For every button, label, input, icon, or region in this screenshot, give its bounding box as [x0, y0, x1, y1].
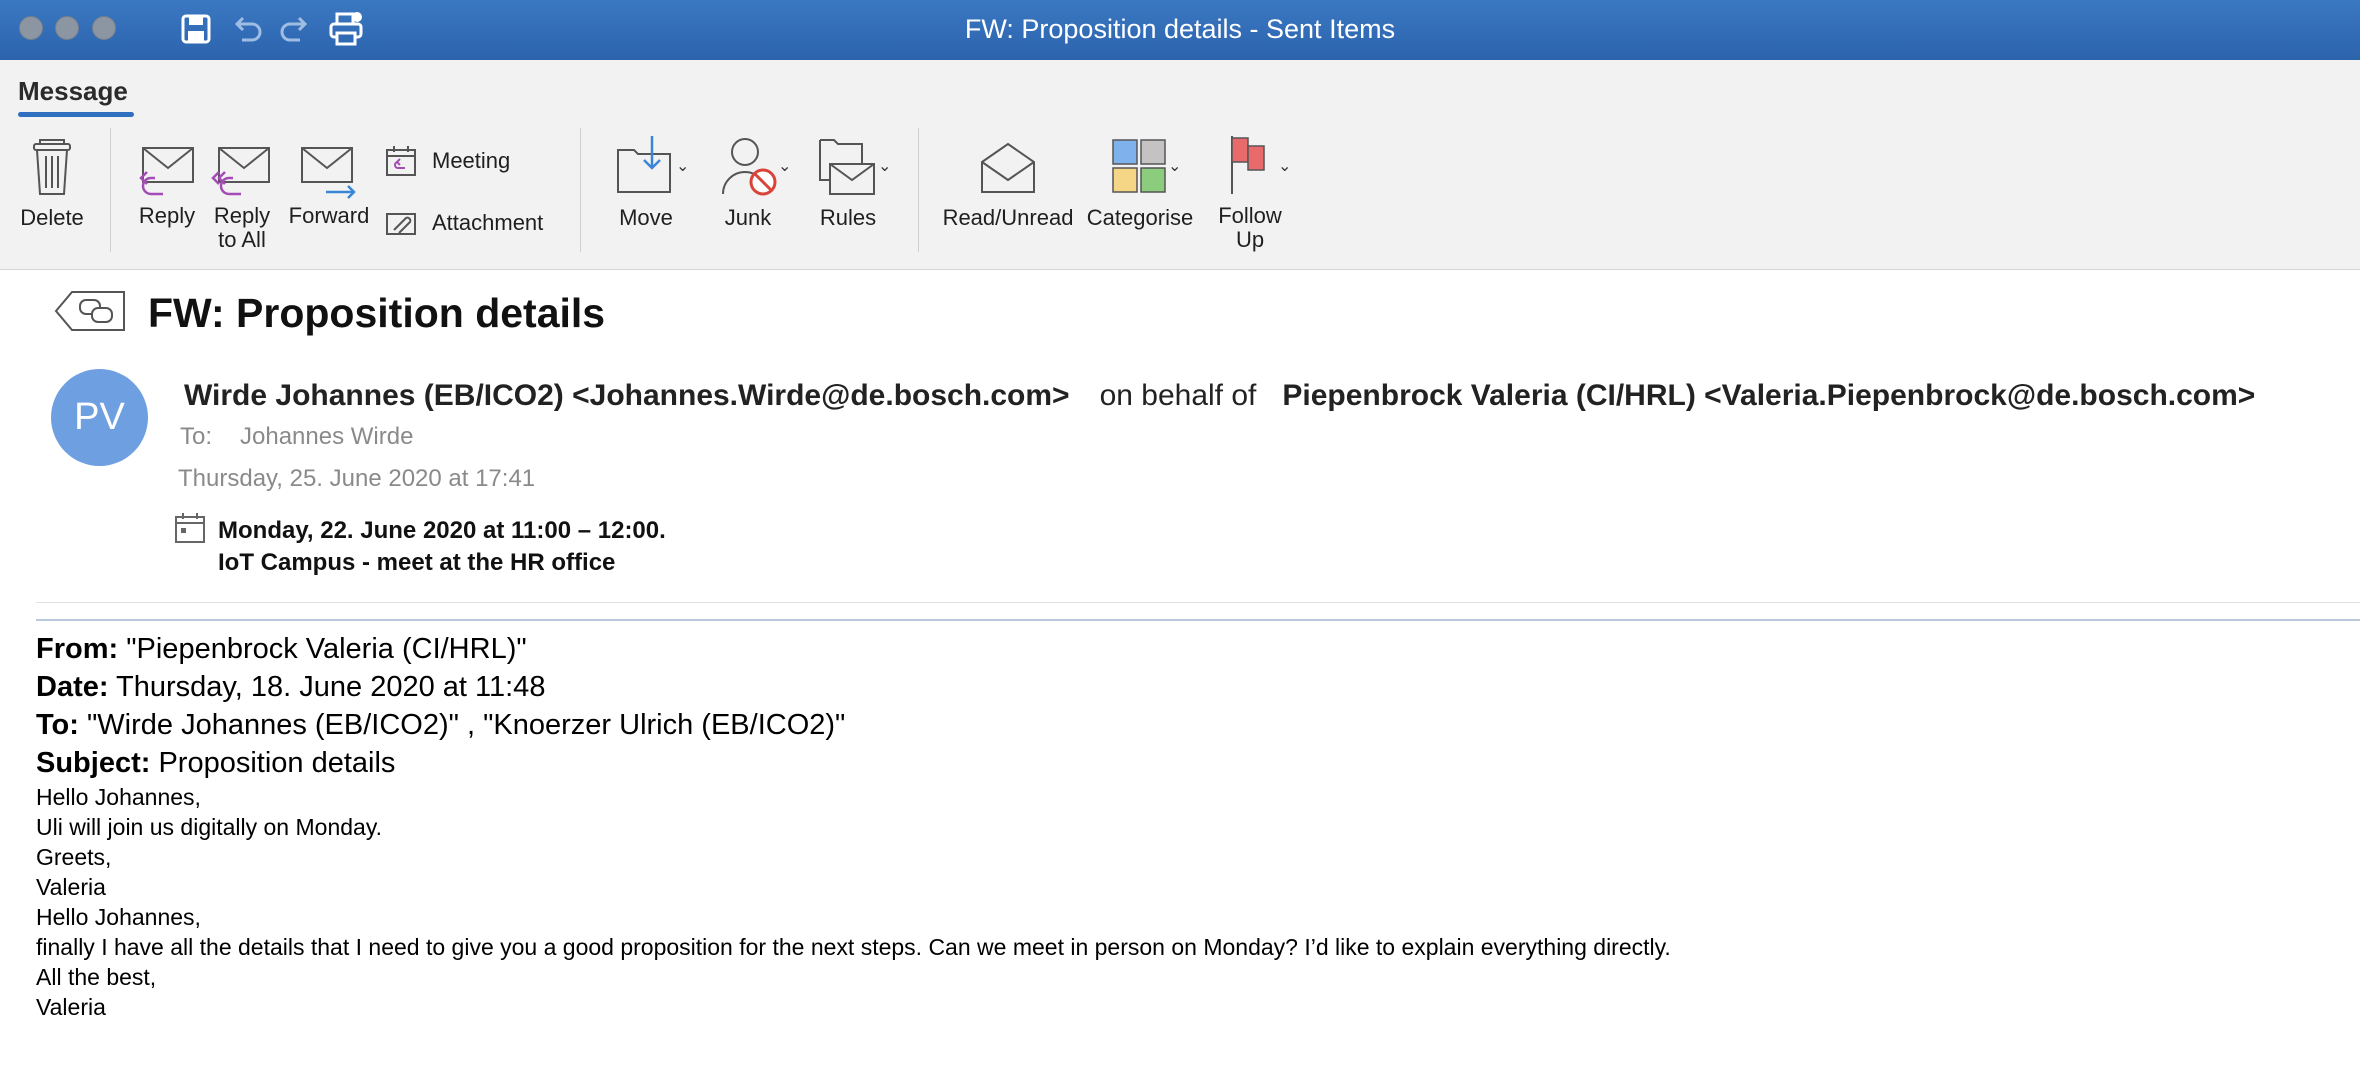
follow-up-dropdown-chevron-icon[interactable]: ⌄ [1278, 156, 1291, 176]
body-line: Hello Johannes, [36, 904, 201, 930]
categorise-label: Categorise [1086, 205, 1194, 230]
forward-icon [301, 147, 356, 199]
sender-line: Wirde Johannes (EB/ICO2) <Johannes.Wirde… [184, 379, 2255, 413]
categorise-button[interactable]: Categorise [1082, 136, 1198, 230]
attachment-label: Attachment [432, 210, 544, 235]
conversation-back-icon[interactable] [52, 288, 128, 334]
sent-date: Thursday, 25. June 2020 at 17:41 [178, 465, 536, 492]
flag-icon [1231, 136, 1265, 194]
meeting-location: IoT Campus - meet at the HR office [218, 549, 616, 576]
meeting-info: Monday, 22. June 2020 at 11:00 – 12:00. … [218, 515, 666, 579]
header-divider [36, 602, 2360, 603]
reply-icon [139, 147, 194, 196]
forwarded-date: Date: Thursday, 18. June 2020 at 11:48 [36, 671, 546, 703]
recipient-name[interactable]: Johannes Wirde [240, 423, 413, 450]
move-label: Move [619, 205, 673, 230]
reply-label: Reply [138, 203, 196, 228]
delete-label: Delete [20, 205, 84, 230]
junk-label: Junk [724, 205, 772, 230]
attachment-button[interactable]: Attachment [384, 206, 543, 240]
avatar: PV [51, 369, 148, 466]
move-button[interactable]: Move [600, 132, 692, 230]
categories-icon [1112, 139, 1166, 193]
body-line: finally I have all the details that I ne… [36, 934, 1671, 960]
body-line: Valeria [36, 994, 106, 1020]
delete-button[interactable]: Delete [14, 136, 90, 230]
body-line: Valeria [36, 874, 106, 900]
move-folder-icon [617, 136, 671, 193]
forwarded-to: To: "Wirde Johannes (EB/ICO2)" , "Knoerz… [36, 709, 846, 741]
forwarded-from: From: "Piepenbrock Valeria (CI/HRL)" [36, 633, 527, 665]
window-title: FW: Proposition details - Sent Items [964, 14, 1396, 44]
rules-button[interactable]: Rules [802, 134, 894, 230]
body-divider [36, 619, 2360, 621]
junk-dropdown-chevron-icon[interactable]: ⌄ [778, 156, 791, 176]
forwarded-date-value: Thursday, 18. June 2020 at 11:48 [108, 671, 546, 703]
to-label: To: [180, 423, 213, 450]
junk-button[interactable]: Junk [706, 134, 790, 230]
ribbon-separator [110, 128, 111, 252]
sender-name[interactable]: Wirde Johannes (EB/ICO2) <Johannes.Wirde… [184, 379, 1070, 412]
read-unread-button[interactable]: Read/Unread [940, 136, 1076, 230]
read-unread-label: Read/Unread [942, 205, 1074, 230]
rules-label: Rules [819, 205, 877, 230]
move-dropdown-chevron-icon[interactable]: ⌄ [676, 156, 689, 176]
forwarded-subject-value: Proposition details [150, 747, 396, 779]
ribbon-separator [580, 128, 581, 252]
message-subject: FW: Proposition details [148, 290, 606, 336]
follow-up-label-2: Up [1235, 227, 1265, 252]
on-behalf-label: on behalf of [1099, 379, 1257, 412]
reply-all-label-1: Reply [213, 203, 271, 228]
forwarded-from-value: "Piepenbrock Valeria (CI/HRL)" [118, 633, 527, 665]
rules-icon [819, 139, 875, 195]
tab-message[interactable]: Message [18, 76, 128, 107]
forward-label: Forward [288, 203, 370, 228]
behalf-sender-name[interactable]: Piepenbrock Valeria (CI/HRL) <Valeria.Pi… [1282, 379, 2255, 412]
reply-all-button[interactable]: Reply to All [208, 144, 276, 252]
paperclip-icon [386, 213, 416, 235]
body-line: Greets, [36, 844, 112, 870]
message-body: From: "Piepenbrock Valeria (CI/HRL)" Dat… [36, 630, 1671, 1022]
reply-button[interactable]: Reply [134, 144, 200, 228]
ribbon-separator [918, 128, 919, 252]
junk-icon [722, 138, 777, 196]
meeting-button[interactable]: Meeting [384, 144, 510, 178]
recipient-line: To: Johannes Wirde [180, 423, 413, 451]
follow-up-button[interactable]: Follow Up [1212, 132, 1288, 252]
meeting-time: Monday, 22. June 2020 at 11:00 – 12:00. [218, 517, 666, 544]
rules-dropdown-chevron-icon[interactable]: ⌄ [878, 156, 891, 176]
envelope-open-icon [981, 142, 1035, 193]
reply-all-label-2: to All [218, 227, 266, 252]
forward-button[interactable]: Forward [284, 144, 374, 228]
body-line: All the best, [36, 964, 157, 990]
meeting-label: Meeting [432, 148, 511, 173]
forwarded-subject: Subject: Proposition details [36, 747, 396, 779]
reply-all-icon [211, 147, 270, 196]
title-bar: FW: Proposition details - Sent Items [0, 0, 2360, 60]
calendar-icon [175, 513, 205, 543]
body-line: Uli will join us digitally on Monday. [36, 814, 382, 840]
follow-up-label-1: Follow [1218, 203, 1282, 228]
categorise-dropdown-chevron-icon[interactable]: ⌄ [1168, 156, 1181, 176]
forwarded-to-value: "Wirde Johannes (EB/ICO2)" , "Knoerzer U… [78, 709, 846, 741]
ribbon: Message Delete Reply Reply to All Forwar… [0, 60, 2360, 270]
calendar-icon [386, 146, 416, 176]
tab-underline [18, 112, 134, 117]
body-line: Hello Johannes, [36, 784, 201, 810]
trash-icon [33, 139, 71, 195]
